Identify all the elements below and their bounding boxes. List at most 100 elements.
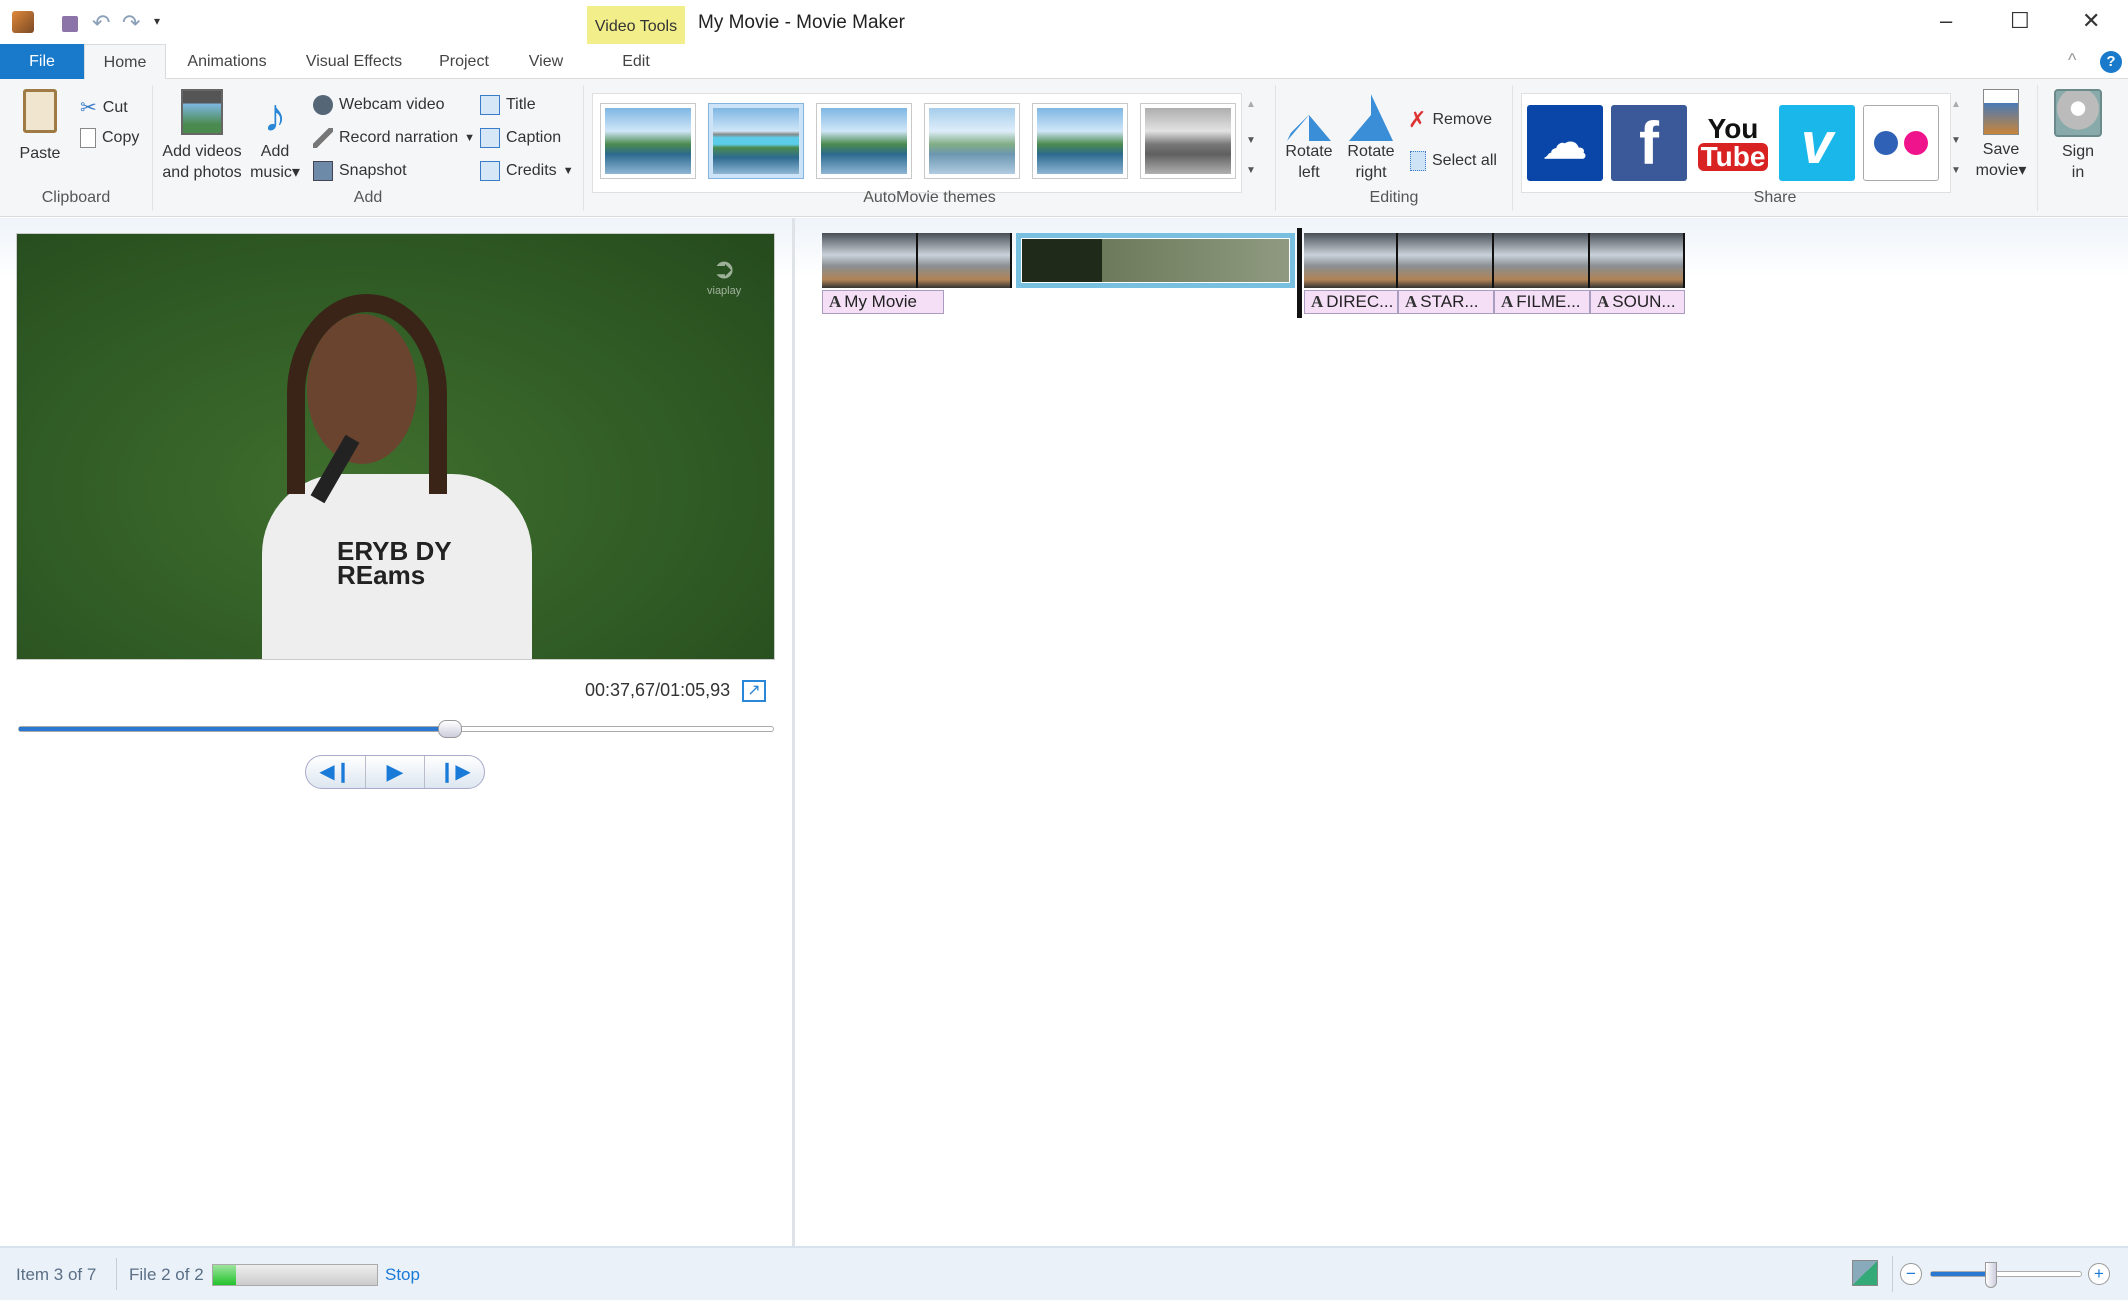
caption-star[interactable]: A STAR... [1398, 290, 1494, 314]
text-icon: A [1311, 292, 1324, 311]
share-more[interactable]: ▼ [1951, 165, 1961, 176]
redo-icon[interactable]: ↷ [122, 10, 140, 36]
close-button[interactable]: ✕ [2082, 8, 2100, 34]
microphone-icon [313, 128, 333, 148]
stop-button[interactable]: Stop [385, 1265, 420, 1285]
add-music-button[interactable]: ♪ Add music▾ [245, 89, 305, 183]
window-title: My Movie - Movie Maker [698, 12, 905, 33]
tab-edit[interactable]: Edit [587, 44, 685, 79]
cloud-icon: ☁ [1543, 118, 1587, 168]
video-thumbnail-waveform [1021, 238, 1290, 283]
webcam-icon [313, 95, 333, 115]
caption-my-movie[interactable]: A My Movie [822, 290, 944, 314]
share-youtube[interactable]: You Tube [1695, 105, 1771, 181]
theme-contemporary[interactable] [708, 103, 804, 179]
copy-button[interactable]: Copy [80, 128, 139, 148]
paste-button[interactable]: Paste [12, 89, 68, 164]
theme-pan-zoom[interactable] [924, 103, 1020, 179]
status-bar: Item 3 of 7 File 2 of 2 Stop − + [0, 1246, 2128, 1300]
caption-direc[interactable]: A DIREC... [1304, 290, 1398, 314]
credits-button[interactable]: Credits ▼ [480, 161, 574, 181]
snapshot-button[interactable]: Snapshot [313, 161, 407, 181]
seek-slider[interactable] [18, 720, 774, 738]
seek-thumb[interactable] [437, 720, 462, 738]
video-preview[interactable]: ERYB DY REams ➲ viaplay [16, 233, 775, 660]
zoom-in-button[interactable]: + [2088, 1263, 2110, 1285]
clip-credits-2[interactable] [1398, 233, 1494, 288]
theme-fade[interactable] [816, 103, 912, 179]
tab-home[interactable]: Home [84, 44, 166, 80]
theme-sepia-bw[interactable] [1140, 103, 1236, 179]
maximize-button[interactable]: ☐ [2010, 8, 2030, 34]
remove-x-icon: ✗ [1408, 107, 1427, 132]
save-movie-button[interactable]: Save movie▾ [1971, 89, 2031, 181]
snapshot-icon [313, 161, 333, 181]
pane-splitter[interactable] [792, 218, 795, 1246]
clip-credits-3[interactable] [1494, 233, 1590, 288]
undo-icon[interactable]: ↶ [92, 10, 110, 36]
rotate-right-icon [1349, 94, 1393, 141]
share-vimeo[interactable]: v [1779, 105, 1855, 181]
clip-credits-1[interactable] [1304, 233, 1398, 288]
help-icon[interactable]: ? [2100, 51, 2122, 73]
editing-label: Editing [1369, 189, 1419, 206]
next-frame-button[interactable]: ❙▶ [425, 756, 484, 788]
title-button[interactable]: Title [480, 95, 536, 115]
cut-button[interactable]: ✂ Cut [80, 95, 128, 120]
zoom-slider[interactable] [1930, 1262, 2082, 1288]
fullscreen-preview-icon[interactable]: ↗ [742, 680, 766, 702]
sign-in-button[interactable]: Sign in [2048, 89, 2108, 183]
caption-button[interactable]: Caption [480, 128, 561, 148]
playhead-marker[interactable] [1297, 228, 1302, 318]
clip-credits-4[interactable] [1590, 233, 1685, 288]
clip-video-selected[interactable] [1016, 233, 1295, 288]
text-icon: A [1501, 292, 1514, 311]
tab-project[interactable]: Project [428, 44, 500, 79]
theme-default[interactable] [600, 103, 696, 179]
context-tab-group: Video Tools [587, 6, 685, 44]
record-narration-button[interactable]: Record narration ▼ [313, 128, 475, 148]
gallery-scroll-down[interactable]: ▼ [1246, 135, 1256, 146]
gallery-scroll-up[interactable]: ▲ [1246, 99, 1256, 110]
clipboard-group: Paste ✂ Cut Copy Clipboard [0, 85, 153, 211]
flickr-blue-dot [1874, 131, 1898, 155]
storyboard-view-icon[interactable] [1852, 1260, 1878, 1286]
clip-title-1[interactable] [822, 233, 918, 288]
share-scroll-down[interactable]: ▼ [1951, 135, 1961, 146]
user-avatar-icon [2054, 89, 2102, 137]
clip-title-2[interactable] [918, 233, 1012, 288]
theme-cinematic[interactable] [1032, 103, 1128, 179]
add-videos-photos-button[interactable]: Add videos and photos [159, 89, 245, 183]
share-facebook[interactable]: f [1611, 105, 1687, 181]
gallery-more[interactable]: ▼ [1246, 165, 1256, 176]
save-icon[interactable] [62, 16, 78, 32]
share-onedrive[interactable]: ☁ [1527, 105, 1603, 181]
play-button[interactable]: ▶ [366, 756, 426, 788]
tab-file[interactable]: File [0, 44, 84, 79]
zoom-out-button[interactable]: − [1900, 1263, 1922, 1285]
share-label: Share [1753, 189, 1797, 206]
status-progress-fill [213, 1265, 236, 1285]
customize-toolbar-icon[interactable]: ▾ [154, 14, 160, 28]
rotate-left-button[interactable]: Rotate left [1284, 89, 1334, 183]
minimize-button[interactable]: – [1940, 8, 1952, 34]
tab-view[interactable]: View [516, 44, 576, 79]
remove-button[interactable]: ✗ Remove [1408, 107, 1492, 133]
zoom-thumb[interactable] [1985, 1262, 1997, 1288]
ribbon: Paste ✂ Cut Copy Clipboard Add videos and … [0, 79, 2128, 217]
playback-controls: ◀❙ ▶ ❙▶ [305, 755, 485, 789]
tab-animations[interactable]: Animations [176, 44, 278, 79]
caption-filme[interactable]: A FILME... [1494, 290, 1590, 314]
music-note-icon: ♪ [263, 89, 287, 141]
credits-icon [480, 161, 500, 181]
tab-visual-effects[interactable]: Visual Effects [296, 44, 412, 79]
select-all-button[interactable]: Select all [1410, 151, 1497, 171]
share-scroll-up[interactable]: ▲ [1951, 99, 1961, 110]
caption-soun[interactable]: A SOUN... [1590, 290, 1685, 314]
webcam-video-button[interactable]: Webcam video [313, 95, 445, 115]
share-flickr[interactable] [1863, 105, 1939, 181]
app-icon[interactable] [12, 11, 34, 33]
previous-frame-button[interactable]: ◀❙ [306, 756, 366, 788]
collapse-ribbon-icon[interactable]: ^ [2068, 50, 2076, 71]
rotate-right-button[interactable]: Rotate right [1346, 89, 1396, 183]
